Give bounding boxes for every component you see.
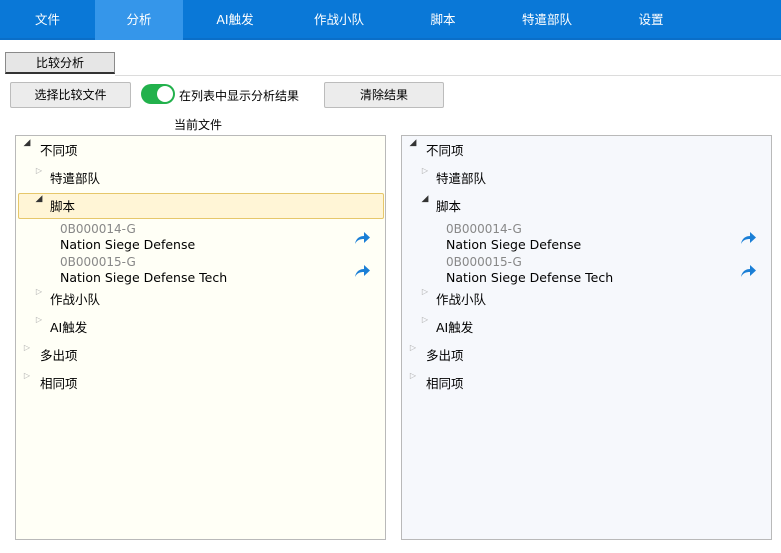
tab-file[interactable]: 文件 [0,0,95,40]
tree-node-same[interactable]: 相同项 [426,371,464,397]
tab-taskforce[interactable]: 特遣部队 [495,0,599,40]
collapsed-icon[interactable]: ▷ [420,166,430,192]
script-id: 0B000015-G [60,255,136,269]
script-name[interactable]: Nation Siege Defense Tech [446,270,613,285]
current-file-tree[interactable]: ◢ 不同项 ▷ 特遣部队 ◢ 脚本 0B000014-G Nation Sieg… [15,135,386,540]
collapsed-icon[interactable]: ▷ [34,315,44,341]
tab-script[interactable]: 脚本 [391,0,495,40]
subtab-divider [115,75,781,76]
tab-analysis[interactable]: 分析 [95,0,183,40]
script-name[interactable]: Nation Siege Defense [446,237,581,252]
tree-node-taskforce[interactable]: 特遣部队 [50,166,100,192]
tree-node-script[interactable]: 脚本 [436,194,461,220]
tab-ai-trigger[interactable]: AI触发 [183,0,287,40]
tree-node-same[interactable]: 相同项 [40,371,78,397]
go-to-arrow-icon[interactable] [354,264,370,278]
go-to-arrow-icon[interactable] [740,264,756,278]
tree-node-extra[interactable]: 多出项 [426,343,464,369]
script-name[interactable]: Nation Siege Defense Tech [60,270,227,285]
script-id: 0B000015-G [446,255,522,269]
tree-node-team[interactable]: 作战小队 [50,287,100,313]
script-name[interactable]: Nation Siege Defense [60,237,195,252]
compare-file-tree[interactable]: ◢ 不同项 ▷ 特遣部队 ◢ 脚本 0B000014-G Nation Sieg… [401,135,772,540]
current-file-label: 当前文件 [174,118,223,132]
tree-node-trigger[interactable]: AI触发 [50,315,87,341]
tree-node-team[interactable]: 作战小队 [436,287,486,313]
choose-compare-file-button[interactable]: 选择比较文件 [10,82,131,108]
script-id: 0B000014-G [60,222,136,236]
show-results-toggle-label: 在列表中显示分析结果 [179,89,300,103]
show-results-toggle[interactable] [141,84,175,104]
collapsed-icon[interactable]: ▷ [22,343,32,369]
expanded-icon[interactable]: ◢ [420,194,430,220]
tree-node-taskforce[interactable]: 特遣部队 [436,166,486,192]
clear-results-button[interactable]: 清除结果 [324,82,444,108]
tree-node-diff[interactable]: 不同项 [40,138,78,164]
tree-node-extra[interactable]: 多出项 [40,343,78,369]
go-to-arrow-icon[interactable] [740,231,756,245]
collapsed-icon[interactable]: ▷ [34,166,44,192]
tab-settings[interactable]: 设置 [599,0,703,40]
expanded-icon[interactable]: ◢ [34,194,44,220]
tab-compare-analysis[interactable]: 比较分析 [5,52,115,74]
go-to-arrow-icon[interactable] [354,231,370,245]
tree-node-trigger[interactable]: AI触发 [436,315,473,341]
tree-node-diff[interactable]: 不同项 [426,138,464,164]
collapsed-icon[interactable]: ▷ [420,315,430,341]
tab-team[interactable]: 作战小队 [287,0,391,40]
collapsed-icon[interactable]: ▷ [408,343,418,369]
tree-node-script[interactable]: 脚本 [50,194,75,220]
collapsed-icon[interactable]: ▷ [408,371,418,397]
script-id: 0B000014-G [446,222,522,236]
toggle-knob [157,86,173,102]
collapsed-icon[interactable]: ▷ [420,287,430,313]
collapsed-icon[interactable]: ▷ [34,287,44,313]
expanded-icon[interactable]: ◢ [408,138,418,164]
collapsed-icon[interactable]: ▷ [22,371,32,397]
expanded-icon[interactable]: ◢ [22,138,32,164]
top-nav: 文件 分析 AI触发 作战小队 脚本 特遣部队 设置 [0,0,781,40]
